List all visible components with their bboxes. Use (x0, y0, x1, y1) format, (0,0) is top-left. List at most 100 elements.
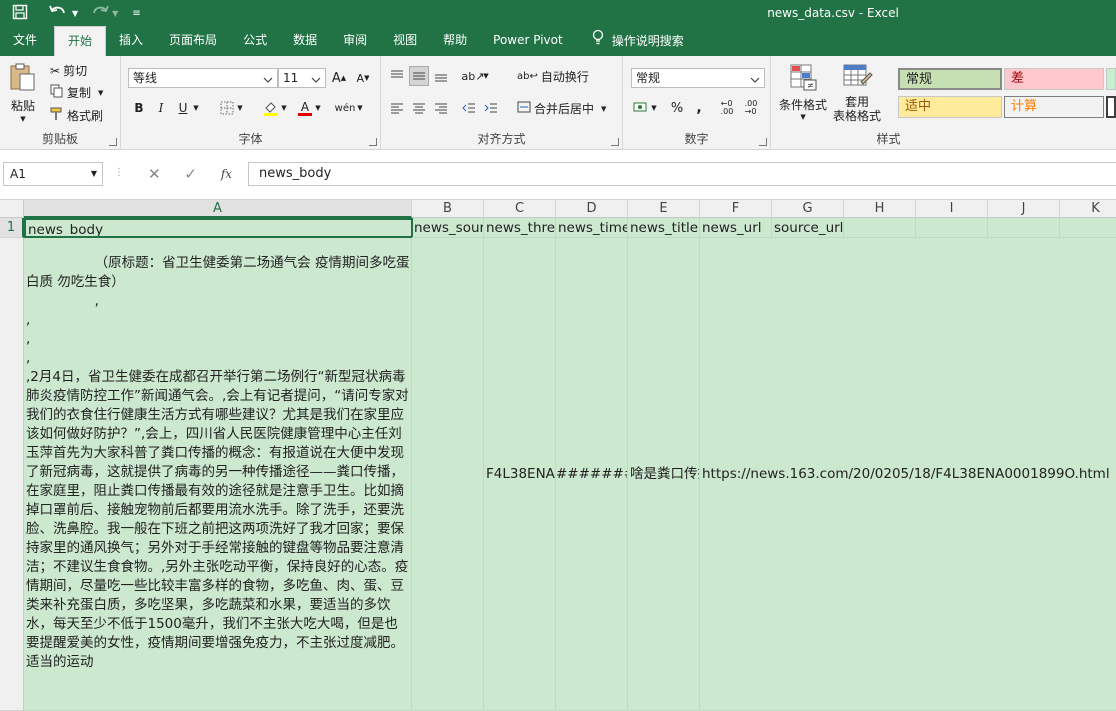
font-launcher-icon[interactable] (369, 138, 377, 146)
formula-bar-splitter[interactable]: ⋮ (114, 167, 124, 178)
align-center-icon[interactable] (409, 98, 429, 118)
style-partial[interactable] (1106, 68, 1116, 90)
clipboard-launcher-icon[interactable] (109, 138, 117, 146)
bold-button[interactable]: B (129, 98, 149, 118)
cell-c2[interactable]: F4L38ENA0001899O (484, 238, 556, 711)
cell-f2[interactable]: https://news.163.com/20/0205/18/F4L38ENA… (700, 238, 1116, 711)
column-header-j[interactable]: J (988, 200, 1060, 218)
cell-i1[interactable] (916, 218, 988, 238)
percent-button[interactable]: % (667, 98, 687, 118)
column-header-a[interactable]: A (24, 200, 412, 218)
tab-power-pivot[interactable]: Power Pivot (480, 26, 576, 56)
name-box[interactable]: A1 ▼ (3, 162, 103, 186)
select-all-button[interactable] (0, 200, 24, 218)
cell-e1[interactable]: news_title (628, 218, 700, 238)
style-normal[interactable]: 常规 (898, 68, 1002, 90)
phonetic-icon[interactable]: wén (335, 98, 356, 118)
format-painter-button[interactable]: 格式刷 (50, 107, 103, 124)
tab-data[interactable]: 数据 (280, 26, 330, 56)
font-color-icon[interactable]: A (295, 98, 315, 118)
enter-icon[interactable]: ✓ (184, 165, 197, 183)
merge-dropdown-icon[interactable]: ▼ (601, 105, 606, 113)
style-neutral[interactable]: 适中 (898, 96, 1002, 118)
align-right-icon[interactable] (431, 98, 451, 118)
align-bottom-icon[interactable] (431, 66, 451, 86)
merge-center-button[interactable]: 合并后居中 ▼ (517, 100, 606, 117)
border-icon[interactable] (217, 98, 237, 118)
column-header-c[interactable]: C (484, 200, 556, 218)
column-header-h[interactable]: H (844, 200, 916, 218)
cell-g1[interactable]: source_url (772, 218, 844, 238)
italic-button[interactable]: I (151, 98, 171, 118)
cell-b1[interactable]: news_source (412, 218, 484, 238)
copy-dropdown-icon[interactable]: ▼ (98, 89, 103, 97)
orientation-dropdown-icon[interactable]: ▼ (481, 66, 491, 86)
fill-color-dropdown-icon[interactable]: ▼ (279, 98, 289, 118)
cell-d2[interactable]: ####### (556, 238, 628, 711)
phonetic-dropdown-icon[interactable]: ▼ (355, 98, 365, 118)
increase-indent-icon[interactable] (481, 98, 501, 118)
style-partial-2[interactable] (1106, 96, 1116, 118)
style-calculation[interactable]: 计算 (1004, 96, 1104, 118)
column-header-g[interactable]: G (772, 200, 844, 218)
row-header-1[interactable]: 1 (0, 218, 24, 238)
tab-view[interactable]: 视图 (380, 26, 430, 56)
number-format-combo[interactable]: 常规 (631, 68, 765, 88)
cell-c1[interactable]: news_thread (484, 218, 556, 238)
format-as-table-button[interactable]: 套用 表格格式 (833, 62, 881, 123)
tell-me-search[interactable]: 操作说明搜索 (576, 26, 697, 56)
cell-b2[interactable] (412, 238, 484, 711)
column-header-d[interactable]: D (556, 200, 628, 218)
align-top-icon[interactable] (387, 66, 407, 86)
tab-help[interactable]: 帮助 (430, 26, 480, 56)
increase-decimal-icon[interactable]: ←0.00 (717, 98, 737, 118)
column-header-f[interactable]: F (700, 200, 772, 218)
paste-button[interactable]: 粘贴 ▼ (8, 62, 38, 123)
cell-a1[interactable]: news_body (24, 218, 413, 238)
tab-page-layout[interactable]: 页面布局 (156, 26, 230, 56)
align-left-icon[interactable] (387, 98, 407, 118)
conditional-format-button[interactable]: ≠ 条件格式 ▼ (779, 62, 827, 121)
paste-dropdown-icon[interactable]: ▼ (20, 116, 25, 123)
orientation-icon[interactable]: ab↗ (462, 66, 485, 86)
font-name-combo[interactable]: 等线 (128, 68, 278, 88)
cancel-icon[interactable]: ✕ (148, 165, 161, 183)
name-box-dropdown-icon[interactable]: ▼ (91, 163, 97, 185)
style-bad[interactable]: 差 (1004, 68, 1104, 90)
currency-icon[interactable] (631, 98, 651, 118)
tab-formulas[interactable]: 公式 (230, 26, 280, 56)
tab-file[interactable]: 文件 (0, 26, 50, 56)
formula-input[interactable]: news_body (248, 162, 1116, 186)
cell-k1[interactable] (1060, 218, 1116, 238)
cell-j1[interactable] (988, 218, 1060, 238)
cell-f1[interactable]: news_url (700, 218, 772, 238)
underline-button[interactable]: U (173, 98, 193, 118)
tab-review[interactable]: 审阅 (330, 26, 380, 56)
wrap-text-button[interactable]: ab↩ 自动换行 (517, 68, 589, 85)
column-header-i[interactable]: I (916, 200, 988, 218)
insert-function-button[interactable]: fx (221, 167, 232, 181)
column-header-b[interactable]: B (412, 200, 484, 218)
alignment-launcher-icon[interactable] (611, 138, 619, 146)
cell-h1[interactable] (844, 218, 916, 238)
row-header-2[interactable] (0, 238, 24, 711)
cell-e2[interactable]: 啥是粪口传播 (628, 238, 700, 711)
column-header-k[interactable]: K (1060, 200, 1116, 218)
tab-insert[interactable]: 插入 (106, 26, 156, 56)
cut-button[interactable]: ✂ 剪切 (50, 62, 87, 79)
decrease-decimal-icon[interactable]: .00 →0 (741, 98, 761, 118)
font-color-dropdown-icon[interactable]: ▼ (313, 98, 323, 118)
decrease-indent-icon[interactable] (459, 98, 479, 118)
comma-style-icon[interactable]: , (689, 98, 709, 118)
border-dropdown-icon[interactable]: ▼ (235, 98, 245, 118)
conditional-format-dropdown-icon[interactable]: ▼ (800, 114, 805, 121)
copy-button[interactable]: 复制 ▼ (50, 84, 103, 101)
column-header-e[interactable]: E (628, 200, 700, 218)
currency-dropdown-icon[interactable]: ▼ (649, 98, 659, 118)
align-middle-icon[interactable] (409, 66, 429, 86)
cell-d1[interactable]: news_time (556, 218, 628, 238)
fill-color-icon[interactable] (261, 98, 281, 118)
underline-dropdown-icon[interactable]: ▼ (191, 98, 201, 118)
increase-font-icon[interactable]: A ▲ (329, 68, 349, 88)
font-size-combo[interactable]: 11 (278, 68, 326, 88)
